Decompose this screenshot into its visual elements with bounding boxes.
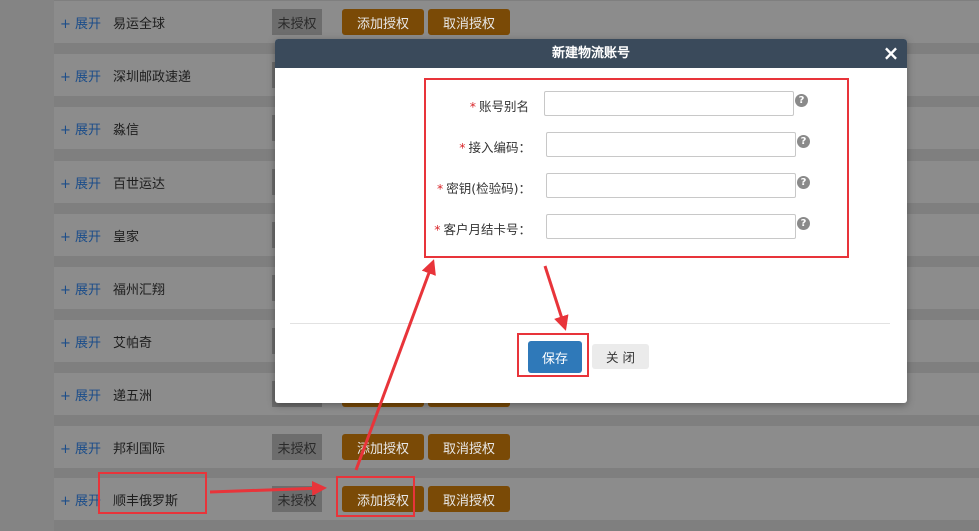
cancel-auth-button[interactable]: 取消授权 [428,434,510,460]
expand-link[interactable]: + 展开 [60,438,104,457]
dialog-title: 新建物流账号 [551,46,630,61]
page: + 展开 易运全球 未授权 添加授权 取消授权 + 展开 深圳邮政速递 + 展开… [0,0,979,531]
field-label: * 账号别名 [470,96,529,115]
help-icon[interactable]: ? [795,94,808,107]
form-row-account-alias: * 账号别名 ? [275,91,907,121]
cancel-auth-button[interactable]: 取消授权 [428,486,510,512]
status-badge: 未授权 [272,9,322,35]
dialog-header: 新建物流账号 × [275,39,907,68]
help-icon[interactable]: ? [797,176,810,189]
courier-name: 顺丰俄罗斯 [113,493,179,509]
status-badge: 未授权 [272,486,322,512]
status-badge: 未授权 [272,434,322,460]
field-label: * 客户月结卡号： [434,219,531,238]
close-icon[interactable]: × [881,41,901,65]
list-item: + 展开 易运全球 未授权 添加授权 取消授权 [54,1,979,43]
dialog-divider [290,323,890,324]
help-icon[interactable]: ? [797,135,810,148]
monthly-card-label: 客户月结卡号： [443,222,531,237]
expand-link[interactable]: + 展开 [60,13,104,32]
required-mark: * [459,140,466,155]
list-item: + 展开 顺丰俄罗斯 未授权 添加授权 取消授权 [54,478,979,520]
add-auth-button[interactable]: 添加授权 [342,9,424,35]
courier-name: 皇家 [113,229,140,245]
save-button[interactable]: 保存 [528,341,582,373]
courier-name: 艾帕奇 [113,335,153,351]
access-code-label: 接入编码： [468,140,531,155]
left-gutter [0,0,54,531]
monthly-card-input[interactable] [546,214,796,239]
list-item: + 展开 邦利国际 未授权 添加授权 取消授权 [54,426,979,468]
form-row-secret-key: * 密钥(检验码)： ? [275,173,907,203]
courier-name: 邦利国际 [113,441,166,457]
field-label: * 接入编码： [459,137,531,156]
account-alias-input[interactable] [544,91,794,116]
courier-name: 百世运达 [113,176,166,192]
add-auth-button[interactable]: 添加授权 [342,486,424,512]
expand-link[interactable]: + 展开 [60,332,104,351]
courier-name: 淼信 [113,122,140,138]
required-mark: * [469,99,476,114]
expand-link[interactable]: + 展开 [60,279,104,298]
new-logistics-account-dialog: 新建物流账号 × * 账号别名 ? * 接入编码： ? * 密钥(检验码)： ? * 客… [275,39,907,403]
expand-link[interactable]: + 展开 [60,119,104,138]
secret-key-label: 密钥(检验码)： [446,181,531,196]
field-label: * 密钥(检验码)： [437,178,531,197]
courier-name: 易运全球 [113,16,166,32]
account-alias-label: 账号别名 [478,99,529,114]
add-auth-button[interactable]: 添加授权 [342,434,424,460]
form-row-monthly-card: * 客户月结卡号： ? [275,214,907,244]
courier-name: 深圳邮政速递 [113,69,192,85]
cancel-auth-button[interactable]: 取消授权 [428,9,510,35]
help-icon[interactable]: ? [797,217,810,230]
expand-link[interactable]: + 展开 [60,66,104,85]
required-mark: * [436,181,444,196]
close-button[interactable]: 关 闭 [592,344,649,369]
access-code-input[interactable] [546,132,796,157]
expand-link[interactable]: + 展开 [60,385,104,404]
expand-link[interactable]: + 展开 [60,490,104,509]
courier-name: 递五洲 [113,388,153,404]
expand-link[interactable]: + 展开 [60,173,104,192]
expand-link[interactable]: + 展开 [60,226,104,245]
required-mark: * [434,222,441,237]
secret-key-input[interactable] [546,173,796,198]
courier-name: 福州汇翔 [113,282,166,298]
form-row-access-code: * 接入编码： ? [275,132,907,162]
